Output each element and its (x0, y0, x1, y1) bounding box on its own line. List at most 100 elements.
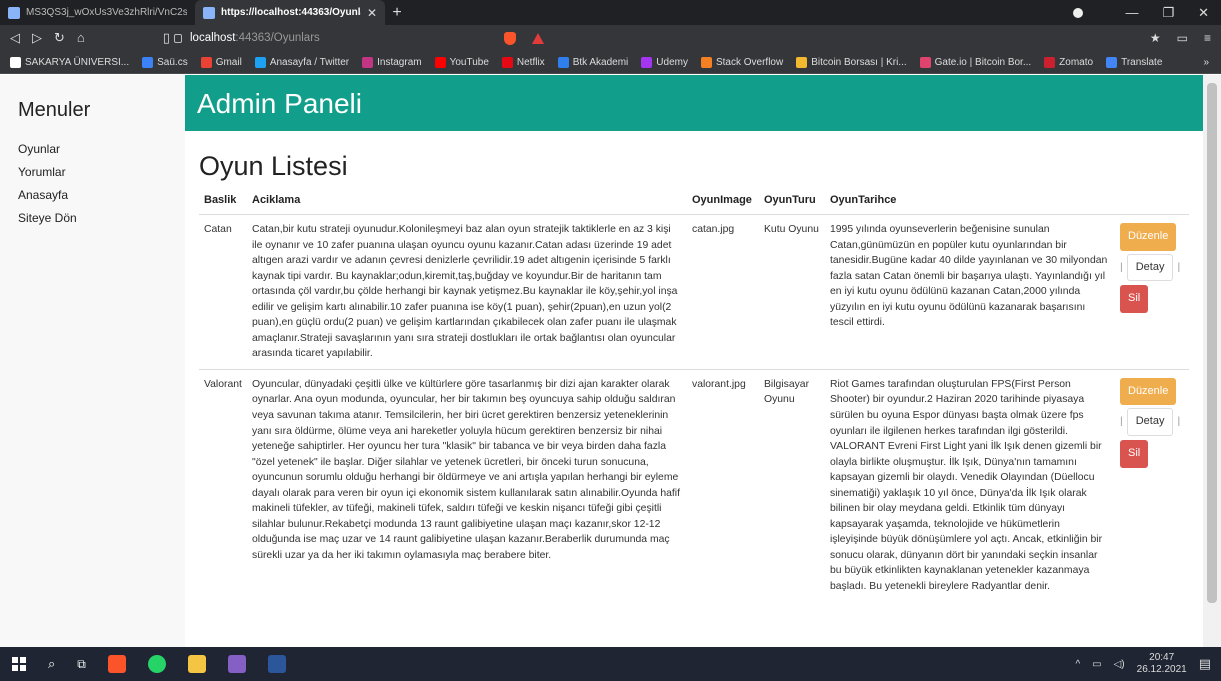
browser-tab[interactable]: MS3QS3j_wOxUs3Ve3zhRlri/VnC2sL6 (0, 0, 195, 25)
bookmark-item[interactable]: Translate (1106, 56, 1162, 68)
minimize-button[interactable]: — (1125, 5, 1138, 20)
sidebar-item-anasayfa[interactable]: Anasayfa (18, 188, 77, 211)
bookmarks-more-button[interactable]: » (1203, 51, 1209, 73)
bookmark-item[interactable]: Anasayfa / Twitter (254, 56, 349, 68)
header-baslik: Baslik (199, 186, 247, 215)
cell-actions: Düzenle | Detay | Sil (1115, 214, 1189, 370)
page-icon (8, 6, 20, 19)
bookmark-label: Gate.io | Bitcoin Bor... (934, 56, 1032, 68)
clock[interactable]: 20:47 26.12.2021 (1137, 652, 1187, 676)
bookmark-item[interactable]: Instagram (362, 56, 422, 68)
sidebar-item-yorumlar[interactable]: Yorumlar (18, 165, 77, 188)
bookmark-label: Instagram (377, 56, 422, 68)
bookmark-label: Netflix (516, 56, 545, 68)
new-tab-button[interactable]: + (385, 0, 409, 25)
bookmark-page-icon[interactable]: ▯ (163, 30, 170, 46)
browser-tab-active[interactable]: https://localhost:44363/Oyunlars ✕ (195, 0, 385, 25)
tray-chevron-icon[interactable]: ^ (1075, 659, 1080, 670)
header-actions (1115, 186, 1189, 215)
bookmark-icon (254, 56, 266, 68)
address-bar-row: ◁ ▷ ↻ ⌂ ▯ localhost:44363/Oyunlars ★ ▭ ≡ (0, 25, 1221, 51)
sidebar-item-siteye-don[interactable]: Siteye Dön (18, 211, 77, 234)
wallet-icon[interactable]: ▭ (1177, 31, 1188, 45)
edit-button[interactable]: Düzenle (1120, 377, 1177, 406)
bookmark-item[interactable]: Netflix (501, 56, 545, 68)
close-window-button[interactable]: ✕ (1198, 5, 1209, 21)
word-icon[interactable] (267, 655, 286, 673)
taskbar-apps: ⌕ ⧉ (0, 655, 286, 673)
lock-icon (174, 33, 182, 43)
cell-tarihce: 1995 yılında oyunseverlerin beğenisine s… (825, 214, 1115, 370)
volume-icon[interactable]: ◁) (1114, 659, 1125, 670)
file-explorer-icon[interactable] (187, 655, 206, 673)
bookmark-item[interactable]: Gmail (200, 56, 242, 68)
notifications-icon[interactable]: ▤ (1199, 656, 1211, 672)
reload-icon[interactable]: ↻ (54, 30, 65, 46)
bookmark-item[interactable]: YouTube (434, 56, 489, 68)
admin-banner: Admin Paneli (185, 75, 1203, 131)
edit-button[interactable]: Düzenle (1120, 223, 1177, 251)
bookmark-item[interactable]: Bitcoin Borsası | Kri... (796, 56, 907, 68)
delete-button[interactable]: Sil (1120, 440, 1149, 468)
header-oyunimage: OyunImage (687, 186, 759, 215)
cell-actions: Düzenle | Detay | Sil (1115, 368, 1189, 602)
forward-icon[interactable]: ▷ (32, 30, 42, 46)
bookmark-item[interactable]: Saü.cs (142, 56, 188, 68)
extensions-icon[interactable]: ★ (1150, 31, 1161, 45)
detail-wrap: | Detay | (1120, 253, 1184, 282)
bookmarks-bar: SAKARYA ÜNIVERSI... Saü.cs Gmail Anasayfa /… (0, 51, 1221, 74)
bookmark-icon (434, 56, 446, 68)
cell-tur: Bilgisayar Oyunu (759, 368, 825, 602)
page-icon (203, 6, 215, 19)
bookmark-label: YouTube (449, 56, 489, 68)
back-icon[interactable]: ◁ (10, 30, 20, 46)
bookmark-icon (557, 56, 569, 68)
cell-image: valorant.jpg (687, 368, 759, 602)
maximize-button[interactable]: ❐ (1162, 5, 1174, 21)
bookmark-item[interactable]: Zomato (1044, 56, 1093, 68)
cell-aciklama: Oyuncular, dünyadaki çeşitli ülke ve kül… (247, 368, 687, 602)
brave-shield-icon[interactable] (503, 31, 516, 45)
clock-date: 26.12.2021 (1136, 664, 1187, 675)
network-icon[interactable]: ▭ (1092, 659, 1101, 670)
bookmark-item[interactable]: Stack Overflow (700, 56, 783, 68)
window-controls: — ❐ ✕ (1073, 0, 1221, 25)
header-aciklama: Aciklama (247, 186, 687, 215)
bookmark-icon (200, 56, 212, 68)
url-field[interactable]: localhost:44363/Oyunlars (174, 32, 320, 44)
visual-studio-icon[interactable] (227, 655, 246, 673)
detail-button[interactable]: Detay (1126, 408, 1174, 437)
cell-baslik: Catan (199, 214, 247, 370)
profile-icon[interactable] (1073, 7, 1084, 18)
scrollbar-thumb[interactable] (1207, 83, 1217, 603)
clock-time: 20:47 (1149, 652, 1175, 663)
home-icon[interactable]: ⌂ (77, 30, 85, 46)
close-tab-icon[interactable]: ✕ (367, 6, 377, 20)
bookmark-label: Saü.cs (157, 56, 188, 68)
delete-button[interactable]: Sil (1120, 285, 1149, 313)
bookmark-icon (919, 56, 931, 68)
brave-browser-icon[interactable] (107, 655, 126, 673)
brave-rewards-icon[interactable] (531, 32, 544, 44)
task-view-icon[interactable]: ⧉ (77, 657, 86, 672)
sidebar-title: Menuler (18, 99, 91, 121)
bookmark-item[interactable]: Gate.io | Bitcoin Bor... (919, 56, 1032, 68)
page-scrollbar[interactable] (1203, 75, 1221, 647)
sidebar-menu: Oyunlar Yorumlar Anasayfa Siteye Dön (18, 142, 77, 234)
cell-tarihce: Riot Games tarafından oluşturulan FPS(Fi… (825, 368, 1115, 602)
browser-tab-bar: MS3QS3j_wOxUs3Ve3zhRlri/VnC2sL6 https://… (0, 0, 1221, 25)
bookmark-icon (142, 56, 154, 68)
bookmark-label: SAKARYA ÜNIVERSI... (25, 56, 130, 68)
bookmark-icon (501, 56, 513, 68)
bookmark-item[interactable]: Btk Akademi (557, 56, 628, 68)
menu-icon[interactable]: ≡ (1204, 31, 1211, 45)
bookmark-item[interactable]: SAKARYA ÜNIVERSI... (10, 56, 130, 68)
bookmark-label: Udemy (656, 56, 688, 68)
detail-button[interactable]: Detay (1126, 253, 1174, 282)
bookmark-item[interactable]: Udemy (641, 56, 688, 68)
windows-start-icon[interactable] (12, 657, 26, 671)
search-icon[interactable]: ⌕ (48, 656, 55, 672)
sidebar-item-oyunlar[interactable]: Oyunlar (18, 142, 77, 165)
windows-taskbar: ⌕ ⧉ ^ ▭ ◁) 20:47 26.12.2021 ▤ (0, 647, 1221, 681)
whatsapp-icon[interactable] (147, 655, 166, 673)
